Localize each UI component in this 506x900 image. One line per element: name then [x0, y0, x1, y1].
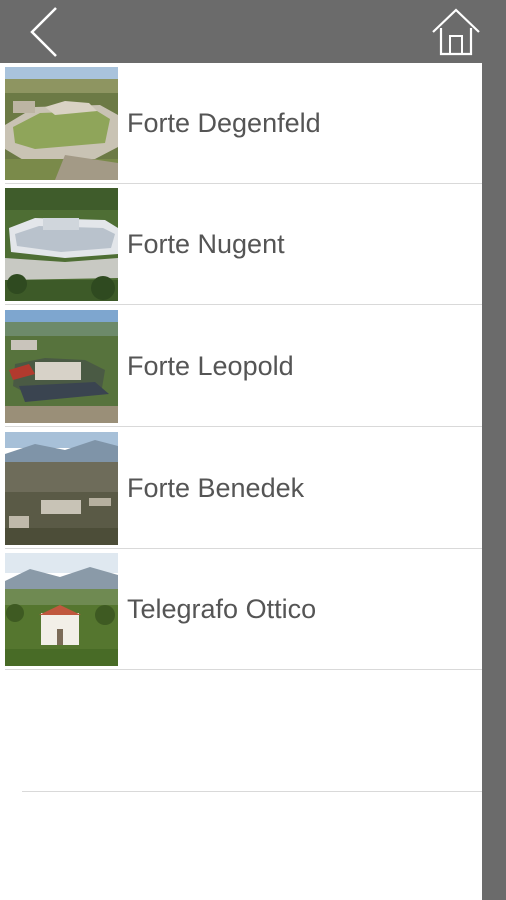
list-item[interactable]: Forte Nugent	[0, 184, 482, 305]
home-button[interactable]	[428, 6, 484, 58]
row-divider	[22, 791, 482, 792]
list-item[interactable]: Forte Benedek	[0, 428, 482, 549]
list-item[interactable]: Telegrafo Ottico	[0, 549, 482, 670]
side-strip	[482, 63, 506, 900]
row-divider	[5, 304, 482, 305]
thumbnail-image	[5, 67, 118, 180]
back-button[interactable]	[22, 4, 70, 58]
list-item[interactable]: Forte Leopold	[0, 306, 482, 427]
thumbnail-image	[5, 310, 118, 423]
places-list: Forte Degenfeld Forte Nugent Forte Leopo…	[0, 63, 482, 900]
nav-bar	[0, 0, 506, 63]
row-divider	[5, 426, 482, 427]
thumbnail-image	[5, 188, 118, 301]
thumbnail-image	[5, 553, 118, 666]
thumbnail-image	[5, 432, 118, 545]
list-item[interactable]: Forte Degenfeld	[0, 63, 482, 184]
item-label: Forte Degenfeld	[127, 108, 321, 138]
chevron-left-icon	[30, 7, 57, 57]
item-label: Forte Leopold	[127, 351, 294, 381]
item-label: Forte Nugent	[127, 229, 285, 259]
home-icon	[432, 8, 480, 56]
item-label: Forte Benedek	[127, 473, 305, 503]
row-divider	[5, 669, 482, 670]
item-label: Telegrafo Ottico	[127, 594, 317, 624]
